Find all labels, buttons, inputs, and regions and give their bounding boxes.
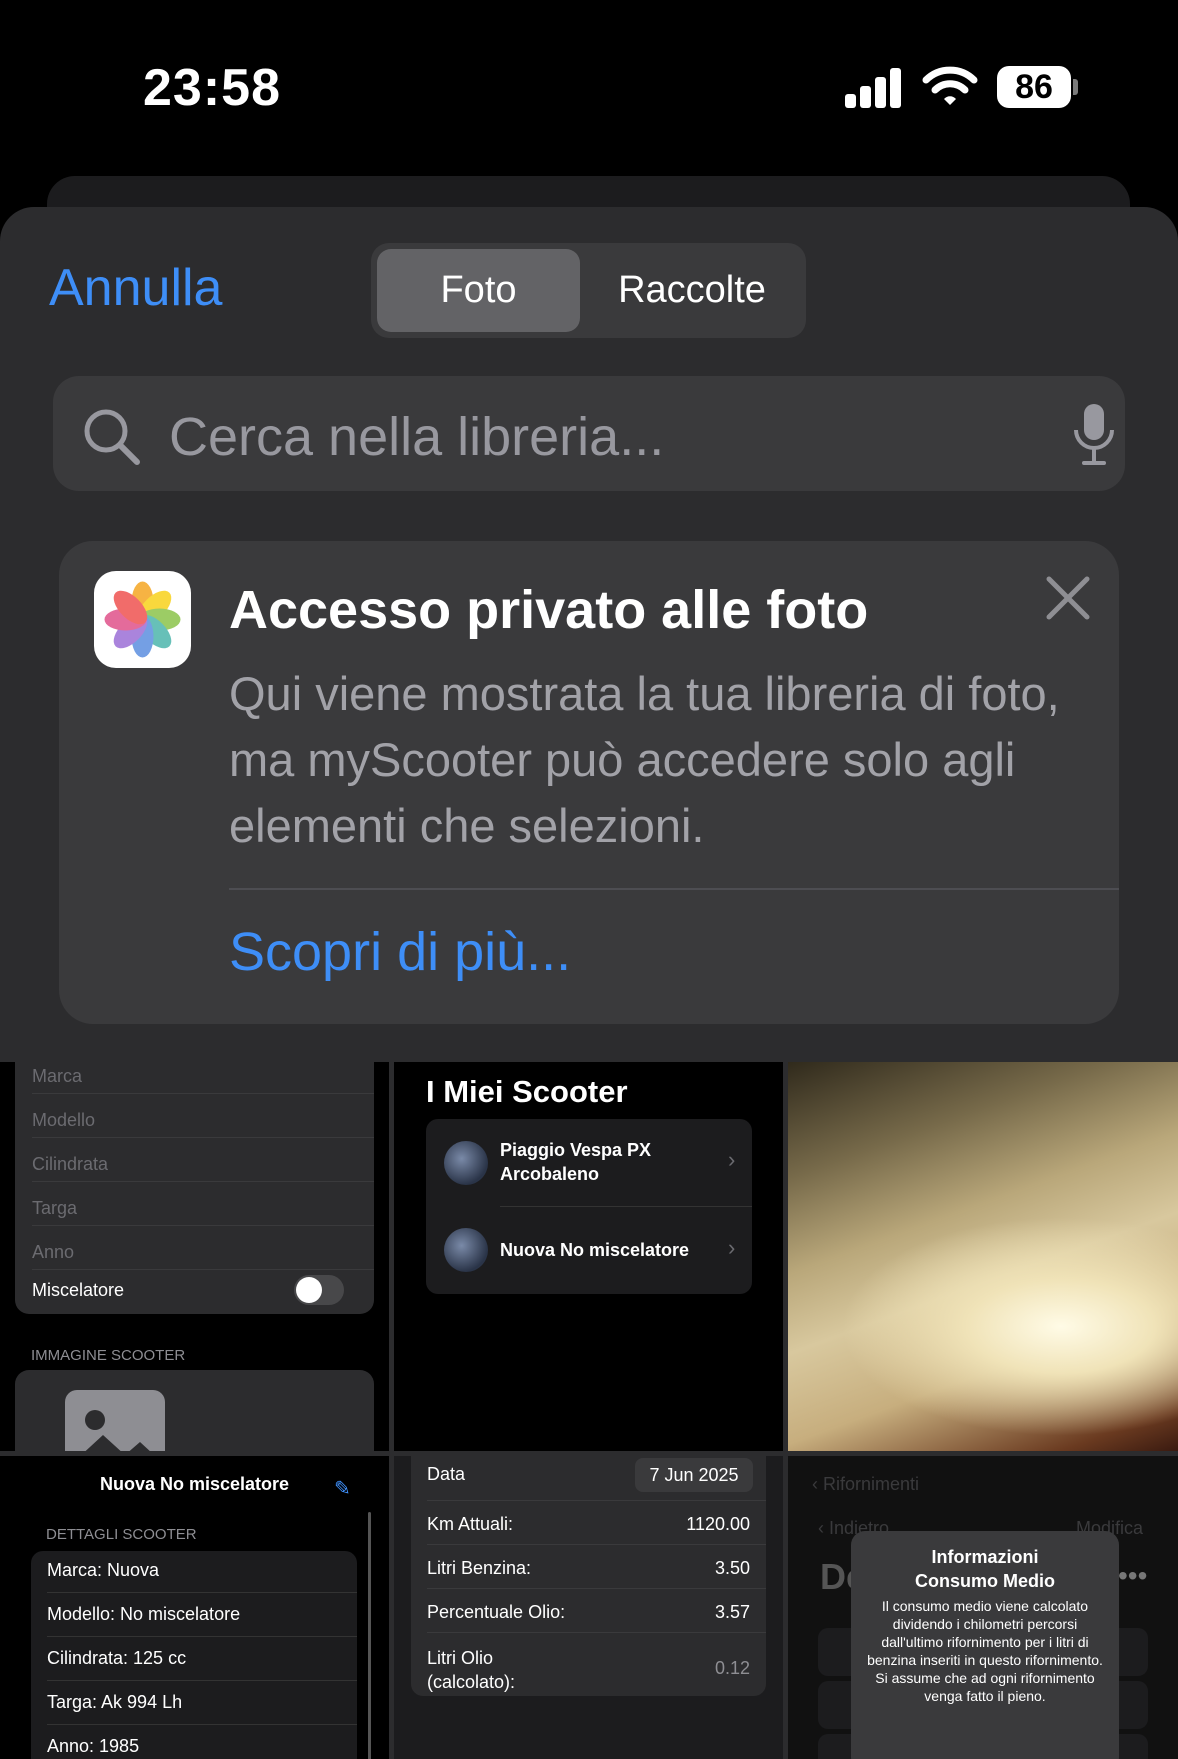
list-item: Piaggio Vespa PX Arcobaleno <box>500 1140 652 1184</box>
search-field[interactable]: Cerca nella libreria... <box>53 376 1125 491</box>
avatar <box>444 1141 488 1185</box>
divider <box>427 1632 766 1633</box>
form-row: Modello <box>32 1110 96 1130</box>
row-label: Km Attuali: <box>427 1514 514 1534</box>
photo-thumbnail-scooter-details[interactable]: Nuova No miscelatore ✎ DETTAGLI SCOOTER … <box>0 1456 389 1759</box>
chevron-right-icon: › <box>728 1147 736 1172</box>
photo-thumbnail-form-fields[interactable]: Marca Modello Cilindrata Targa Anno Misc… <box>0 1062 389 1451</box>
popup-title: Informazioni Consumo Medio <box>915 1547 1055 1591</box>
detail-row: Targa: Ak 994 Lh <box>47 1692 183 1712</box>
status-bar: 23:58 86 <box>0 0 1178 180</box>
back-link: ‹ Rifornimenti <box>812 1474 920 1494</box>
card-divider <box>229 888 1119 890</box>
form-row: Marca <box>32 1066 83 1086</box>
row-label: Litri Benzina: <box>427 1558 532 1578</box>
photo-icon <box>65 1390 165 1451</box>
row-value: 0.12 <box>714 1658 750 1678</box>
date-value: 7 Jun 2025 <box>635 1458 753 1492</box>
section-header: DETTAGLI SCOOTER <box>46 1526 197 1543</box>
popup-body: Il consumo medio viene calcolato dividen… <box>867 1598 1103 1704</box>
battery-icon: 86 <box>997 66 1078 108</box>
divider <box>47 1592 357 1593</box>
divider <box>500 1206 752 1207</box>
row-label: Percentuale Olio: <box>427 1602 566 1622</box>
row-value: 3.50 <box>714 1558 750 1578</box>
nav-title: Nuova No miscelatore <box>99 1474 290 1494</box>
avatar <box>444 1228 488 1272</box>
scooter-list: Piaggio Vespa PX Arcobaleno › Nuova No m… <box>426 1119 752 1294</box>
search-input[interactable]: Cerca nella libreria... <box>169 406 664 468</box>
section-header: IMMAGINE SCOOTER <box>31 1347 186 1364</box>
more-icon: ••• <box>1118 1560 1148 1591</box>
back-label: Rifornimenti <box>823 1474 920 1494</box>
close-icon[interactable] <box>1041 571 1095 625</box>
private-access-card: Accesso privato alle foto Qui viene most… <box>59 541 1119 1024</box>
divider <box>32 1137 374 1138</box>
divider <box>47 1636 357 1637</box>
row-value: 3.57 <box>714 1602 750 1622</box>
divider <box>32 1093 374 1094</box>
learn-more-link[interactable]: Scopri di più... <box>229 921 571 983</box>
date-label: Data <box>427 1464 466 1484</box>
image-placeholder <box>15 1370 374 1451</box>
cancel-button[interactable]: Annulla <box>49 258 222 318</box>
photo-thumbnail-refuel-form[interactable]: Data 7 Jun 2025 Km Attuali: 1120.00 Litr… <box>394 1456 783 1759</box>
miscelatore-toggle <box>294 1275 344 1305</box>
photo-thumbnail-abstract[interactable] <box>788 1062 1178 1451</box>
segmented-control: Foto Raccolte <box>371 243 806 338</box>
photo-thumbnail-info-popup[interactable]: ‹ Rifornimenti ‹ Indietro Modifica De ••… <box>788 1456 1178 1759</box>
photo-thumbnail-scooter-list[interactable]: I Miei Scooter Piaggio Vespa PX Arcobale… <box>394 1062 783 1451</box>
divider <box>32 1225 374 1226</box>
divider <box>427 1544 766 1545</box>
detail-row: Modello: No miscelatore <box>47 1604 241 1624</box>
detail-row: Marca: Nuova <box>47 1560 160 1580</box>
info-popup: Informazioni Consumo Medio Il consumo me… <box>851 1531 1119 1759</box>
form-row: Anno <box>32 1242 75 1262</box>
row-value: 1120.00 <box>686 1514 750 1534</box>
divider <box>427 1588 766 1589</box>
list-item: Nuova No miscelatore <box>500 1240 690 1260</box>
search-icon <box>84 409 140 465</box>
tab-raccolte[interactable]: Raccolte <box>583 249 801 332</box>
row-label: Litri Olio (calcolato): <box>427 1648 516 1692</box>
photos-app-icon <box>94 571 191 668</box>
list-title: I Miei Scooter <box>426 1074 628 1109</box>
scrollbar <box>368 1512 371 1759</box>
card-description: Qui viene mostrata la tua libreria di fo… <box>229 667 1060 852</box>
chevron-right-icon: › <box>728 1235 736 1260</box>
wifi-icon <box>922 66 978 105</box>
battery-level: 86 <box>997 66 1071 108</box>
microphone-icon[interactable] <box>1071 402 1117 466</box>
detail-row: Cilindrata: 125 cc <box>47 1648 187 1668</box>
divider <box>427 1500 766 1501</box>
divider <box>32 1181 374 1182</box>
detail-row: Anno: 1985 <box>47 1736 140 1756</box>
status-time: 23:58 <box>143 59 281 117</box>
divider <box>47 1680 357 1681</box>
divider <box>47 1724 357 1725</box>
cellular-signal-icon <box>845 68 903 108</box>
divider <box>32 1269 374 1270</box>
form-row: Cilindrata <box>32 1154 109 1174</box>
tab-foto[interactable]: Foto <box>377 249 580 332</box>
card-title: Accesso privato alle foto <box>229 580 869 640</box>
miscelatore-label: Miscelatore <box>32 1280 125 1300</box>
pencil-icon: ✎ <box>334 1478 351 1500</box>
form-row: Targa <box>32 1198 78 1218</box>
